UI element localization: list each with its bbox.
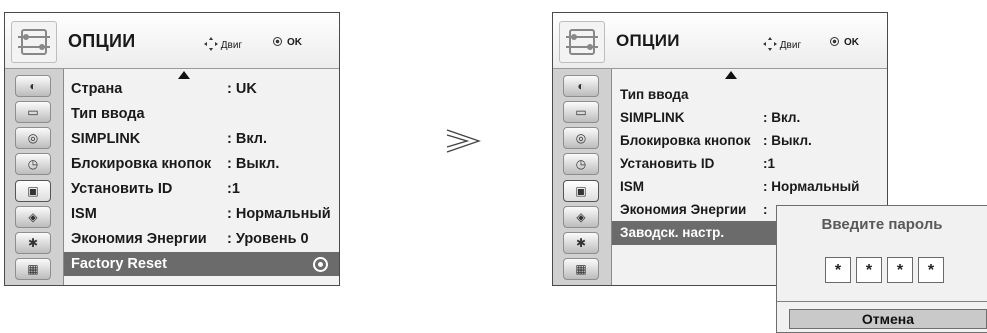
- nav-hint: Двиг: [204, 37, 242, 51]
- menu-item-label: Блокировка кнопок: [71, 156, 212, 172]
- menu-item-label: Factory Reset: [71, 256, 167, 272]
- menu-item-value: : Выкл.: [227, 156, 280, 172]
- audio-icon[interactable]: ◎: [15, 127, 51, 149]
- usb-icon[interactable]: ▦: [15, 258, 51, 280]
- menu-header: ОПЦИИ Двиг OK: [553, 13, 887, 69]
- menu-item-label: ISM: [620, 179, 645, 194]
- ok-hint: OK: [273, 37, 302, 48]
- nav-hint: Двиг: [763, 37, 801, 51]
- ok-hint: OK: [830, 37, 859, 48]
- menu-item-value: : Выкл.: [763, 133, 812, 148]
- ok-hint-label: OK: [287, 37, 302, 48]
- category-sidebar: ◐ ▭ ◎ ◷ ▣ ◈ ✱ ▦: [5, 69, 64, 285]
- transition-arrow-icon: [445, 128, 482, 154]
- dpad-icon: [204, 37, 221, 51]
- password-digit[interactable]: *: [887, 257, 913, 283]
- menu-item-value: : Уровень 0: [227, 231, 309, 247]
- menu-item-label: SIMPLINK: [71, 131, 141, 147]
- selected-radio-icon: [313, 257, 328, 272]
- menu-item-value: :: [763, 202, 768, 217]
- menu-item-label: Экономия Энергии: [71, 231, 207, 247]
- password-dialog: Введите пароль * * * * Отмена: [776, 205, 987, 333]
- ok-button-icon: [830, 37, 839, 46]
- options-icon[interactable]: ▣: [563, 180, 599, 202]
- menu-header: ОПЦИИ Двиг OK: [5, 13, 339, 69]
- usb-icon[interactable]: ▦: [563, 258, 599, 280]
- options-category-icon: [559, 21, 605, 63]
- menu-item-label: Заводск. настр.: [620, 225, 725, 240]
- options-category-icon: [11, 21, 57, 63]
- menu-item[interactable]: SIMPLINK : Вкл.: [612, 106, 887, 130]
- menu-item-label: Страна: [71, 81, 123, 97]
- menu-item[interactable]: Блокировка кнопок : Выкл.: [64, 152, 339, 176]
- menu-item-value: :1: [227, 181, 240, 197]
- ok-button-icon: [273, 37, 282, 46]
- password-digit[interactable]: *: [856, 257, 882, 283]
- menu-item[interactable]: Тип ввода: [64, 102, 339, 126]
- dialog-divider: [777, 301, 987, 302]
- ok-hint-label: OK: [844, 37, 859, 48]
- category-sidebar: ◐ ▭ ◎ ◷ ▣ ◈ ✱ ▦: [553, 69, 612, 285]
- menu-item-label: Блокировка кнопок: [620, 133, 751, 148]
- menu-title: ОПЦИИ: [68, 31, 136, 51]
- menu-item[interactable]: Экономия Энергии : Уровень 0: [64, 227, 339, 251]
- menu-item[interactable]: Factory Reset: [64, 252, 339, 276]
- menu-item-label: Установить ID: [620, 156, 715, 171]
- input-icon[interactable]: ✱: [15, 232, 51, 254]
- input-icon[interactable]: ✱: [563, 232, 599, 254]
- nav-hint-label: Двиг: [779, 40, 802, 51]
- menu-item-value: : Нормальный: [763, 179, 860, 194]
- menu-item[interactable]: ISM : Нормальный: [64, 202, 339, 226]
- menu-item-label: Экономия Энергии: [620, 202, 747, 217]
- lock-icon[interactable]: ◈: [563, 206, 599, 228]
- menu-item-value: : Вкл.: [763, 110, 801, 125]
- menu-item-label: Тип ввода: [71, 106, 145, 122]
- screen-icon[interactable]: ▭: [15, 101, 51, 123]
- menu-item[interactable]: SIMPLINK : Вкл.: [64, 127, 339, 151]
- menu-item-value: : Нормальный: [227, 206, 331, 222]
- menu-item[interactable]: Тип ввода: [612, 83, 887, 107]
- menu-item[interactable]: Страна : UK: [64, 77, 339, 101]
- menu-item-value: :1: [763, 156, 776, 171]
- picture-icon[interactable]: ◐: [563, 75, 599, 97]
- lock-icon[interactable]: ◈: [15, 206, 51, 228]
- menu-item-label: Установить ID: [71, 181, 173, 197]
- menu-title: ОПЦИИ: [616, 31, 680, 50]
- menu-item-label: Тип ввода: [620, 87, 689, 102]
- menu-item-value: : Вкл.: [227, 131, 268, 147]
- menu-item-value: : UK: [227, 81, 257, 97]
- menu-item[interactable]: Установить ID :1: [64, 177, 339, 201]
- options-menu-left: ОПЦИИ Двиг OK ◐ ▭ ◎ ◷ ▣ ◈ ✱ ▦ Страна : UK Тип вво…: [4, 12, 340, 286]
- nav-hint-label: Двиг: [220, 40, 243, 51]
- menu-item-label: SIMPLINK: [620, 110, 685, 125]
- menu-list: Страна : UK Тип ввода SIMPLINK : Вкл. Блокиро…: [64, 69, 339, 285]
- menu-item[interactable]: Блокировка кнопок : Выкл.: [612, 129, 887, 153]
- time-icon[interactable]: ◷: [15, 153, 51, 175]
- picture-icon[interactable]: ◐: [15, 75, 51, 97]
- screen-icon[interactable]: ▭: [563, 101, 599, 123]
- dpad-icon: [763, 37, 780, 51]
- options-icon[interactable]: ▣: [15, 180, 51, 202]
- dialog-title: Введите пароль: [821, 216, 943, 233]
- password-digit[interactable]: *: [825, 257, 851, 283]
- scroll-up-icon[interactable]: [725, 71, 737, 79]
- cancel-button[interactable]: Отмена: [789, 309, 987, 329]
- menu-item[interactable]: Установить ID :1: [612, 152, 887, 176]
- password-digit[interactable]: *: [918, 257, 944, 283]
- time-icon[interactable]: ◷: [563, 153, 599, 175]
- menu-item[interactable]: ISM : Нормальный: [612, 175, 887, 199]
- audio-icon[interactable]: ◎: [563, 127, 599, 149]
- menu-item-label: ISM: [71, 206, 97, 222]
